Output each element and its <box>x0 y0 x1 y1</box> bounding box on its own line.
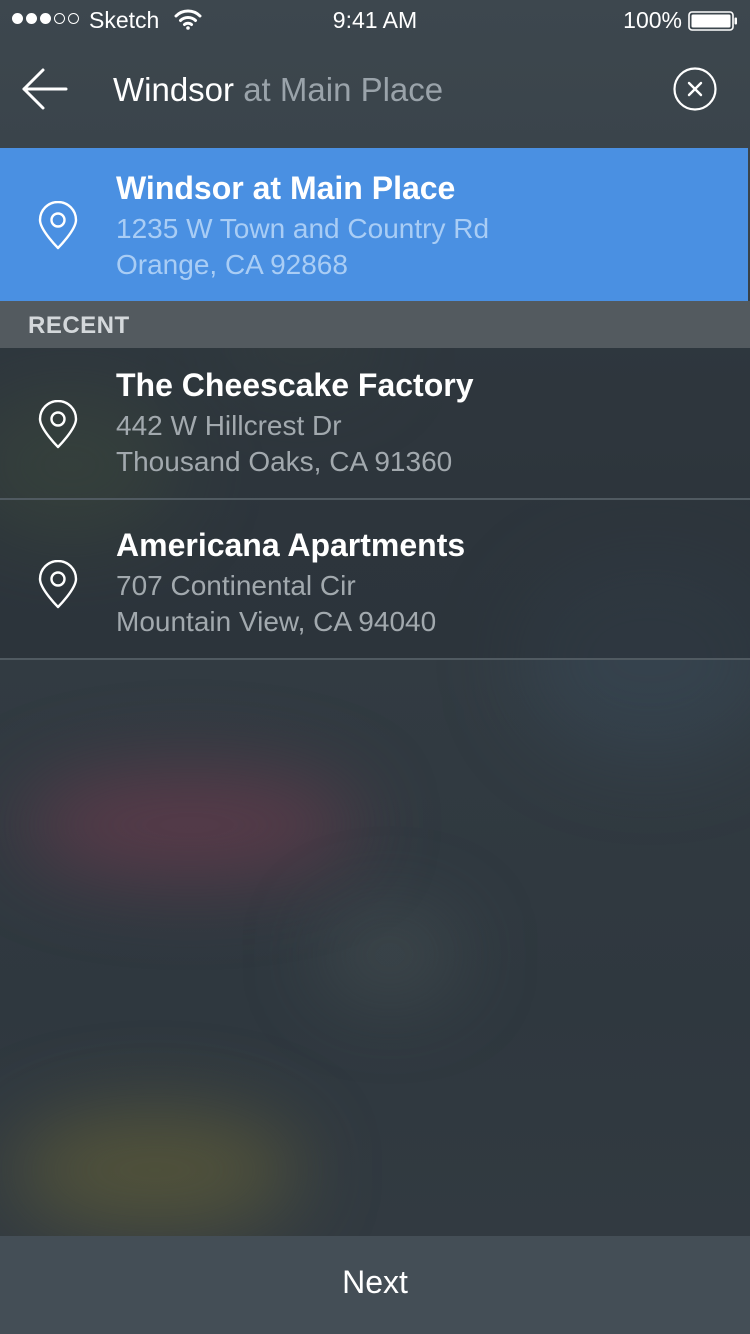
signal-strength-icon <box>12 13 79 24</box>
battery-icon <box>688 11 737 31</box>
location-address-line2: Thousand Oaks, CA 91360 <box>116 446 453 477</box>
recent-header-label: RECENT <box>28 312 130 339</box>
map-pin-icon <box>38 400 78 449</box>
map-pin-icon <box>38 560 78 609</box>
carrier-name: Sketch <box>89 7 160 33</box>
location-title: Americana Apartments <box>116 527 466 563</box>
status-bar: Sketch 9:41 AM 100% <box>0 0 750 40</box>
background-blur-blob <box>320 910 460 1000</box>
back-arrow-icon[interactable] <box>18 62 72 116</box>
search-autocomplete-suggestion: at Main Place <box>234 71 444 108</box>
battery-percentage: 100% <box>623 7 682 33</box>
location-address-line1: 1235 W Town and Country Rd <box>116 213 490 244</box>
clear-search-icon[interactable] <box>672 66 718 112</box>
recent-location-row[interactable]: The Cheescake Factory 442 W Hillcrest Dr… <box>0 348 750 498</box>
map-pin-icon <box>38 201 78 250</box>
next-button[interactable]: Next <box>0 1236 750 1334</box>
location-title: The Cheescake Factory <box>116 367 474 403</box>
wifi-icon <box>174 9 202 30</box>
recent-location-row[interactable]: Americana Apartments 707 Continental Cir… <box>0 500 750 658</box>
row-divider <box>0 658 750 660</box>
background-blur-blob <box>20 770 360 880</box>
location-address-line2: Orange, CA 92868 <box>116 249 348 280</box>
location-address-line2: Mountain View, CA 94040 <box>116 606 437 637</box>
search-input[interactable]: Windsor at Main Place <box>113 71 443 109</box>
background-blur-blob <box>10 1110 300 1230</box>
recent-section-header: RECENT <box>0 301 750 348</box>
location-title: Windsor at Main Place <box>116 170 456 206</box>
search-bar: Windsor at Main Place <box>0 40 750 146</box>
search-typed-text: Windsor <box>113 71 235 108</box>
next-button-label: Next <box>342 1264 408 1300</box>
selected-location-row[interactable]: Windsor at Main Place 1235 W Town and Co… <box>0 148 748 301</box>
location-address-line1: 442 W Hillcrest Dr <box>116 410 342 441</box>
location-address-line1: 707 Continental Cir <box>116 570 356 601</box>
